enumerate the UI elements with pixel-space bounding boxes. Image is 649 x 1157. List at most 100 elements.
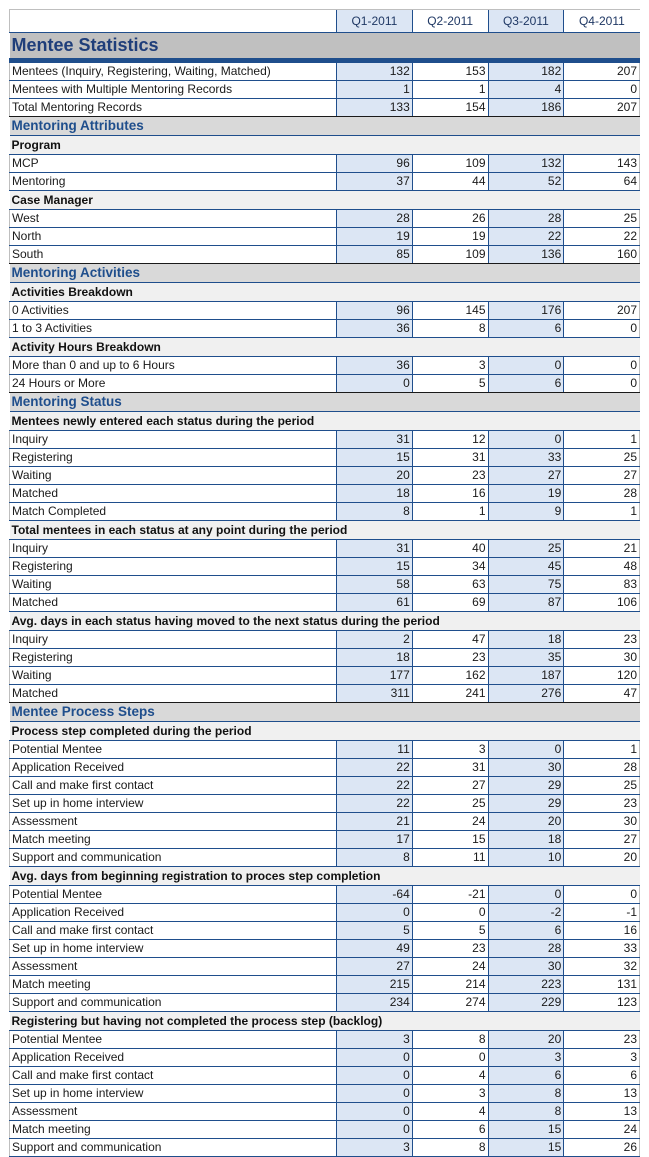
value-cell-q4[interactable]: 0 (563, 356, 640, 375)
value-cell-q2[interactable]: 153 (411, 60, 488, 81)
row-label[interactable]: Matched (9, 484, 337, 503)
value-cell-q3[interactable]: 28 (487, 209, 564, 228)
row-label[interactable]: Mentees with Multiple Mentoring Records (9, 80, 337, 99)
value-cell-q1[interactable]: 177 (336, 666, 413, 685)
value-cell-q2[interactable]: 19 (411, 227, 488, 246)
value-cell-q3[interactable]: 132 (487, 154, 564, 173)
value-cell-q2[interactable]: 26 (411, 209, 488, 228)
value-cell-q1[interactable]: 3 (336, 1138, 413, 1157)
value-cell-q4[interactable]: 0 (563, 374, 640, 393)
value-cell-q4[interactable]: 120 (563, 666, 640, 685)
value-cell-q2[interactable]: 5 (411, 921, 488, 940)
value-cell-q2[interactable]: 23 (411, 648, 488, 667)
value-cell-q3[interactable]: 276 (487, 684, 564, 703)
value-cell-q2[interactable]: 162 (411, 666, 488, 685)
column-header-q2[interactable]: Q2-2011 (411, 9, 488, 33)
value-cell-q1[interactable]: 2 (336, 630, 413, 649)
value-cell-q2[interactable]: 24 (411, 812, 488, 831)
value-cell-q3[interactable]: 28 (487, 939, 564, 958)
value-cell-q3[interactable]: 22 (487, 227, 564, 246)
value-cell-q2[interactable]: 241 (411, 684, 488, 703)
row-label[interactable]: Inquiry (9, 630, 337, 649)
row-label[interactable]: Potential Mentee (9, 1030, 337, 1049)
value-cell-q2[interactable]: 31 (411, 448, 488, 467)
row-label[interactable]: South (9, 245, 337, 264)
value-cell-q4[interactable]: 207 (563, 98, 640, 117)
row-label[interactable]: Set up in home interview (9, 939, 337, 958)
value-cell-q4[interactable]: 20 (563, 848, 640, 867)
value-cell-q3[interactable]: 20 (487, 812, 564, 831)
value-cell-q1[interactable]: 28 (336, 209, 413, 228)
value-cell-q1[interactable]: 61 (336, 593, 413, 612)
row-label[interactable]: Application Received (9, 758, 337, 777)
value-cell-q2[interactable]: 11 (411, 848, 488, 867)
value-cell-q3[interactable]: 0 (487, 356, 564, 375)
value-cell-q3[interactable]: -2 (487, 903, 564, 922)
value-cell-q4[interactable]: 25 (563, 776, 640, 795)
row-label[interactable]: Set up in home interview (9, 1084, 337, 1103)
value-cell-q3[interactable]: 52 (487, 172, 564, 191)
value-cell-q2[interactable]: 23 (411, 939, 488, 958)
value-cell-q4[interactable]: 123 (563, 993, 640, 1012)
row-label[interactable]: Set up in home interview (9, 794, 337, 813)
value-cell-q1[interactable]: 96 (336, 301, 413, 320)
value-cell-q1[interactable]: 0 (336, 1066, 413, 1085)
column-header-q1[interactable]: Q1-2011 (336, 9, 413, 33)
value-cell-q2[interactable]: 3 (411, 1084, 488, 1103)
value-cell-q4[interactable]: 48 (563, 557, 640, 576)
value-cell-q4[interactable]: 160 (563, 245, 640, 264)
row-label[interactable]: Match meeting (9, 830, 337, 849)
value-cell-q1[interactable]: 3 (336, 1030, 413, 1049)
row-label[interactable]: More than 0 and up to 6 Hours (9, 356, 337, 375)
value-cell-q3[interactable]: 33 (487, 448, 564, 467)
row-label[interactable]: Call and make first contact (9, 921, 337, 940)
row-label[interactable]: 0 Activities (9, 301, 337, 320)
row-label[interactable]: North (9, 227, 337, 246)
value-cell-q2[interactable]: 145 (411, 301, 488, 320)
value-cell-q2[interactable]: 109 (411, 245, 488, 264)
value-cell-q2[interactable]: 1 (411, 80, 488, 99)
value-cell-q4[interactable]: 207 (563, 301, 640, 320)
value-cell-q2[interactable]: 109 (411, 154, 488, 173)
value-cell-q4[interactable]: 106 (563, 593, 640, 612)
value-cell-q4[interactable]: 25 (563, 209, 640, 228)
value-cell-q4[interactable]: 30 (563, 648, 640, 667)
value-cell-q1[interactable]: 27 (336, 957, 413, 976)
value-cell-q1[interactable]: 37 (336, 172, 413, 191)
value-cell-q4[interactable]: 24 (563, 1120, 640, 1139)
value-cell-q4[interactable]: 1 (563, 502, 640, 521)
value-cell-q3[interactable]: 6 (487, 1066, 564, 1085)
value-cell-q3[interactable]: 186 (487, 98, 564, 117)
value-cell-q4[interactable]: 33 (563, 939, 640, 958)
value-cell-q4[interactable]: 0 (563, 80, 640, 99)
value-cell-q2[interactable]: 25 (411, 794, 488, 813)
row-label[interactable]: Mentees (Inquiry, Registering, Waiting, … (9, 60, 337, 81)
value-cell-q2[interactable]: 5 (411, 374, 488, 393)
row-label[interactable]: Match meeting (9, 975, 337, 994)
value-cell-q4[interactable]: 23 (563, 630, 640, 649)
row-label[interactable]: MCP (9, 154, 337, 173)
row-label[interactable]: West (9, 209, 337, 228)
value-cell-q2[interactable]: -21 (411, 885, 488, 904)
row-label[interactable]: Inquiry (9, 430, 337, 449)
value-cell-q3[interactable]: 223 (487, 975, 564, 994)
row-label[interactable]: Call and make first contact (9, 1066, 337, 1085)
value-cell-q3[interactable]: 35 (487, 648, 564, 667)
value-cell-q4[interactable]: 3 (563, 1048, 640, 1067)
value-cell-q4[interactable]: 47 (563, 684, 640, 703)
value-cell-q4[interactable]: 131 (563, 975, 640, 994)
value-cell-q3[interactable]: 29 (487, 794, 564, 813)
value-cell-q3[interactable]: 176 (487, 301, 564, 320)
row-label[interactable]: Support and communication (9, 848, 337, 867)
row-label[interactable]: Match meeting (9, 1120, 337, 1139)
value-cell-q1[interactable]: 0 (336, 1084, 413, 1103)
value-cell-q2[interactable]: 27 (411, 776, 488, 795)
value-cell-q2[interactable]: 8 (411, 1138, 488, 1157)
value-cell-q2[interactable]: 15 (411, 830, 488, 849)
value-cell-q3[interactable]: 45 (487, 557, 564, 576)
value-cell-q4[interactable]: 0 (563, 885, 640, 904)
value-cell-q1[interactable]: 1 (336, 80, 413, 99)
value-cell-q2[interactable]: 274 (411, 993, 488, 1012)
value-cell-q4[interactable]: 21 (563, 539, 640, 558)
value-cell-q4[interactable]: 23 (563, 1030, 640, 1049)
